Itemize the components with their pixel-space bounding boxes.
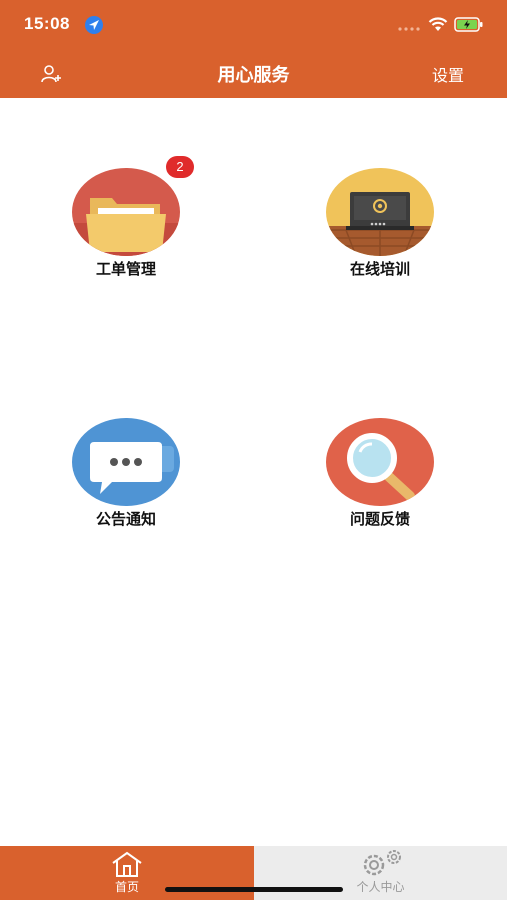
page-title: 用心服务 xyxy=(217,65,290,86)
settings-button[interactable]: 设置 xyxy=(432,62,464,86)
gears-icon xyxy=(363,850,401,876)
tile-work-orders[interactable]: 2 工单管理 xyxy=(46,156,206,288)
chat-bubble-icon xyxy=(72,418,180,506)
notification-badge: 2 xyxy=(166,156,194,178)
home-indicator xyxy=(165,887,343,892)
top-bar: 15:08 用心服务 设置 xyxy=(0,0,507,98)
folder-icon xyxy=(72,168,180,256)
battery-charging-icon xyxy=(454,17,483,32)
tile-online-training[interactable]: 在线培训 xyxy=(300,168,460,288)
wifi-icon xyxy=(428,17,448,31)
location-arrow-icon xyxy=(85,16,103,34)
tab-bar: 首页 个人中心 xyxy=(0,846,507,900)
tile-feedback[interactable]: 问题反馈 xyxy=(300,418,460,538)
tile-announcements[interactable]: 公告通知 xyxy=(46,418,206,538)
magnifier-icon xyxy=(326,418,434,506)
tile-label: 公告通知 xyxy=(95,510,156,528)
tile-label: 在线培训 xyxy=(349,260,410,278)
tile-label: 问题反馈 xyxy=(349,510,410,528)
home-icon xyxy=(112,851,142,877)
cellular-signal-icon xyxy=(398,27,420,31)
status-time: 15:08 xyxy=(24,14,70,33)
tile-label: 工单管理 xyxy=(95,260,156,278)
laptop-email-icon xyxy=(326,168,434,256)
